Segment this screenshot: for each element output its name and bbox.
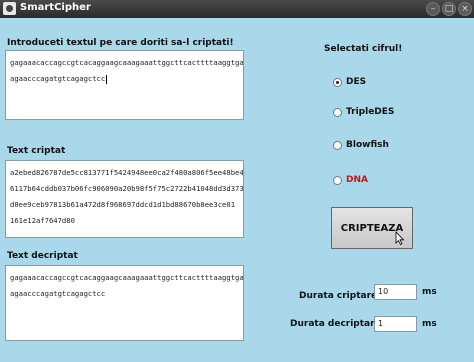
encrypted-output[interactable]: a2ebed826787de5cc813771f5424948ee0ca2f48… bbox=[5, 160, 244, 238]
maximize-icon[interactable]: □ bbox=[442, 2, 456, 16]
radio-blowfish[interactable]: Blowfish bbox=[333, 140, 389, 150]
decrypted-output[interactable]: gagaaacaccagccgtcacaggaagcaaagaaattggctt… bbox=[5, 265, 244, 341]
decrypted-line-1: gagaaacaccagccgtcacaggaagcaaagaaattggctt… bbox=[10, 273, 244, 282]
cipher-select-label: Selectati cifrul! bbox=[324, 44, 403, 54]
app-icon bbox=[3, 2, 16, 15]
window-title: SmartCipher bbox=[20, 2, 91, 13]
main-panel: Introduceti textul pe care doriti sa-l c… bbox=[0, 18, 474, 362]
title-bar: SmartCipher – □ × bbox=[0, 0, 474, 18]
plaintext-line-1: gagaaacaccagccgtcacaggaagcaaagaaattggctt… bbox=[10, 58, 244, 67]
radio-button-icon[interactable] bbox=[333, 107, 342, 117]
minimize-icon[interactable]: – bbox=[426, 2, 440, 16]
radio-dna-label: DNA bbox=[346, 175, 368, 185]
radio-blowfish-label: Blowfish bbox=[346, 140, 389, 150]
decrypt-duration-field[interactable]: 1 bbox=[374, 316, 417, 332]
encrypt-duration-unit: ms bbox=[422, 287, 437, 297]
text-caret bbox=[106, 74, 108, 84]
radio-tripledes-label: TripleDES bbox=[346, 107, 395, 117]
encrypted-line-4: 161e12af7647d80 bbox=[10, 216, 75, 225]
radio-tripledes[interactable]: TripleDES bbox=[333, 107, 394, 117]
decrypt-duration-label: Durata decriptare: bbox=[290, 319, 385, 329]
encrypt-duration-field[interactable]: 10 bbox=[374, 284, 417, 300]
radio-button-icon[interactable] bbox=[333, 175, 342, 185]
plaintext-input[interactable]: gagaaacaccagccgtcacaggaagcaaagaaattggctt… bbox=[5, 50, 244, 120]
plaintext-line-2: agaacccagatgtcagagctcc bbox=[10, 74, 106, 83]
encrypted-line-2: 6117b64cddb037b06fc906090a20b98f5f75c272… bbox=[10, 184, 244, 193]
decrypted-line-2: agaacccagatgtcagagctcc bbox=[10, 289, 106, 298]
decrypt-duration-unit: ms bbox=[422, 319, 437, 329]
encrypt-duration-label: Durata criptare: bbox=[299, 291, 381, 301]
radio-des-label: DES bbox=[346, 77, 367, 87]
encrypted-line-1: a2ebed826787de5cc813771f5424948ee0ca2f48… bbox=[10, 168, 244, 177]
decrypted-label: Text decriptat bbox=[7, 251, 78, 261]
close-icon[interactable]: × bbox=[458, 2, 472, 16]
encrypted-label: Text criptat bbox=[7, 146, 66, 156]
mouse-cursor-icon bbox=[395, 231, 405, 245]
radio-button-icon[interactable] bbox=[333, 77, 342, 87]
radio-button-icon[interactable] bbox=[333, 140, 342, 150]
input-label: Introduceti textul pe care doriti sa-l c… bbox=[7, 38, 234, 48]
radio-des[interactable]: DES bbox=[333, 77, 366, 87]
encrypted-line-3: d0ee9ceb97813b61a472d8f968697ddcd1d1bd88… bbox=[10, 200, 236, 209]
radio-dna[interactable]: DNA bbox=[333, 175, 368, 185]
